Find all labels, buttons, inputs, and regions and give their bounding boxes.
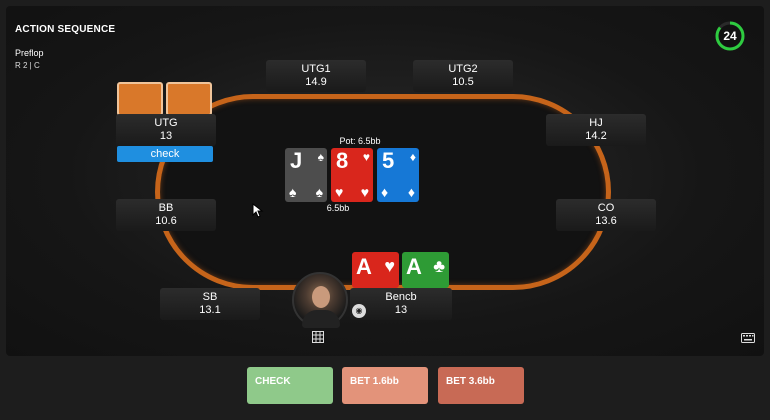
card-suit: ♣ [433,256,445,276]
seat-name: SB [202,291,218,303]
card-suit: ♦ [381,184,389,200]
seat-stack: 14.9 [305,76,327,88]
timer-value: 24 [723,29,737,43]
card-rank: 8 [336,148,349,173]
hero-card: A ♥ [352,252,399,288]
seat-stack: 10.5 [452,76,474,88]
seat-name: Bencb [385,291,417,303]
seat-stack: 13.6 [595,215,617,227]
avatar [292,272,348,328]
seat-name: CO [597,202,615,214]
check-button[interactable]: CHECK [247,367,333,404]
street-label: Preflop [15,48,44,58]
card-rank: 5 [382,148,395,173]
seat-name: UTG2 [448,63,478,75]
card-suit: ♥ [335,184,344,200]
card-suit: ♠ [317,150,324,164]
seat-stack: 13.1 [199,304,221,316]
keyboard-icon[interactable] [741,333,755,343]
card-suit: ♥ [384,256,395,276]
hero-card: A ♣ [402,252,449,288]
seat-utg2: UTG2 10.5 [413,60,513,92]
card-rank: A [406,254,422,279]
grid-icon[interactable] [312,331,324,343]
seat-bb: BB 10.6 [116,199,216,231]
card-suit: ♠ [315,184,323,200]
seat-hj: HJ 14.2 [546,114,646,146]
dealer-chip-icon: ◉ [352,304,366,318]
pot-amount: 6.5bb [326,203,350,213]
card-suit: ♦ [409,150,416,164]
card-suit: ♦ [407,184,415,200]
mouse-cursor-icon [252,203,264,218]
seat-name: HJ [589,117,603,129]
seat-name: BB [158,202,174,214]
seat-name: UTG1 [301,63,331,75]
action-history: R 2 | C [15,61,40,70]
seat-stack: 14.2 [585,130,607,142]
seat-utg: UTG 13 [116,114,216,146]
pot-label: Pot: 6.5bb [339,136,381,146]
seat-stack: 10.6 [155,215,177,227]
avatar-body [302,310,340,328]
card-suit: ♥ [362,150,370,164]
seat-co: CO 13.6 [556,199,656,231]
bet-big-button[interactable]: BET 3.6bb [438,367,524,404]
utg-action-badge: check [117,146,213,162]
card-back [166,82,212,116]
seat-sb: SB 13.1 [160,288,260,320]
seat-name: UTG [154,117,178,129]
card-suit: ♥ [360,184,369,200]
board-card: J ♠ ♠ ♠ [285,148,327,202]
board-card: 5 ♦ ♦ ♦ [377,148,419,202]
card-suit: ♠ [289,184,297,200]
action-sequence-title: ACTION SEQUENCE [15,24,116,35]
board-card: 8 ♥ ♥ ♥ [331,148,373,202]
card-back [117,82,163,116]
seat-hero: Bencb 13 [350,288,452,320]
avatar-face [312,286,330,308]
card-rank: J [290,148,303,173]
bet-small-button[interactable]: BET 1.6bb [342,367,428,404]
card-rank: A [356,254,372,279]
seat-utg1: UTG1 14.9 [266,60,366,92]
seat-stack: 13 [159,130,173,142]
